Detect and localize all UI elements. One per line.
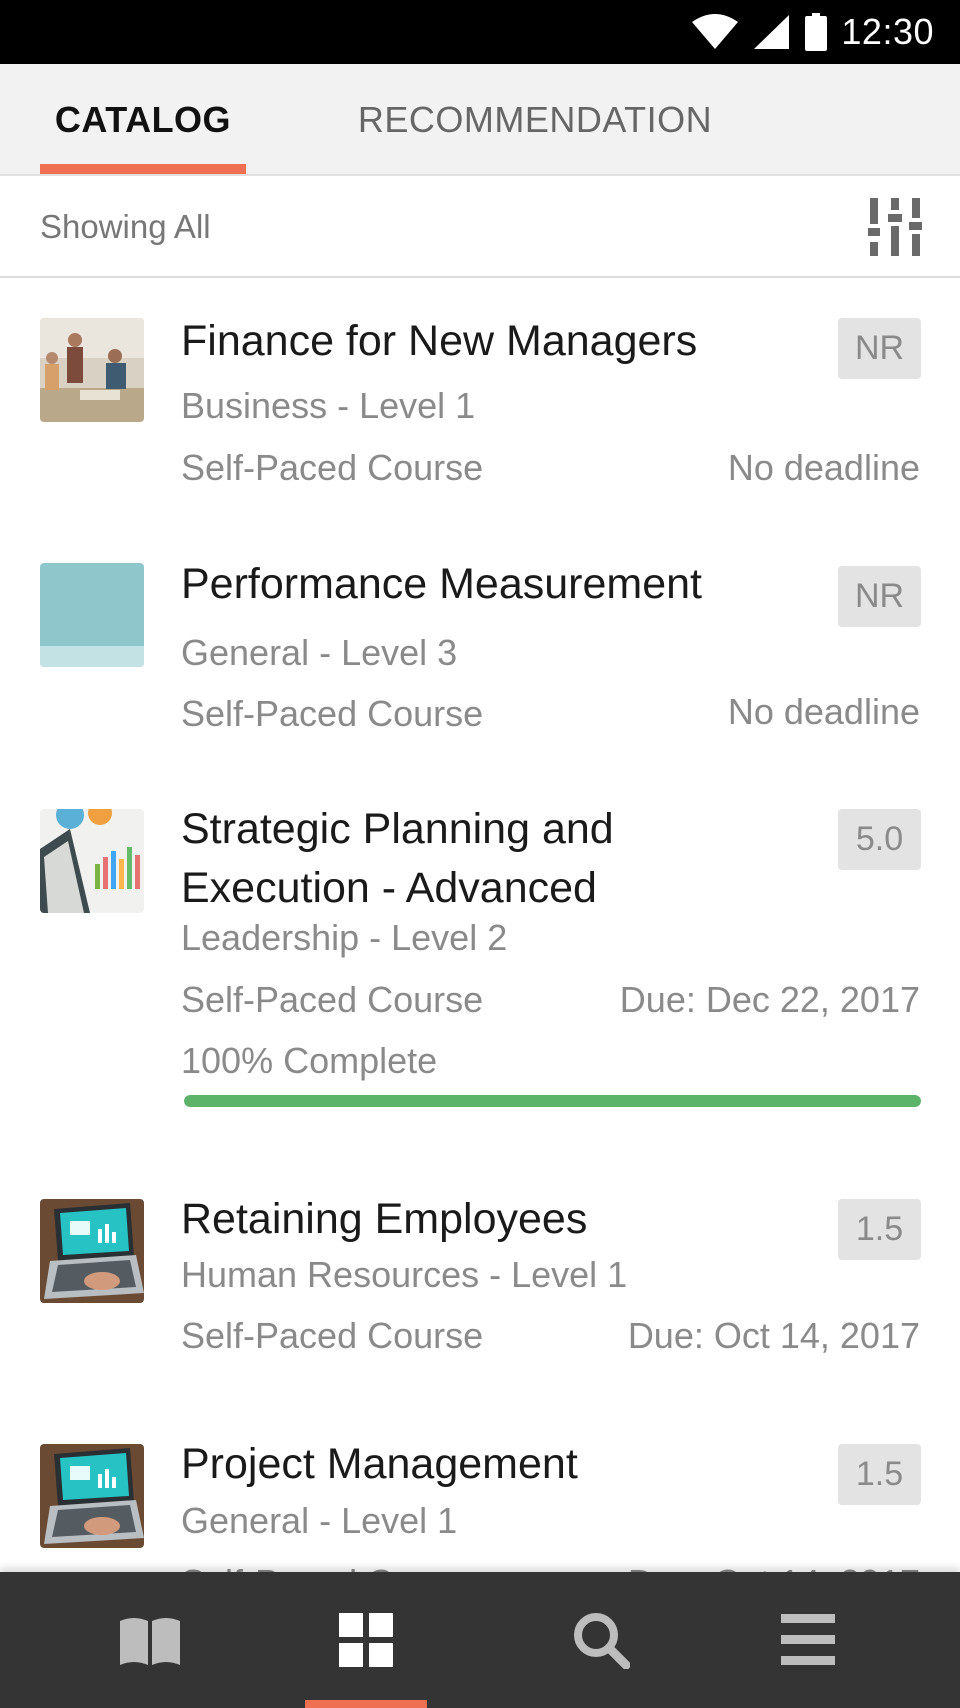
search-icon: [574, 1613, 630, 1669]
course-title: Performance Measurement: [181, 560, 702, 608]
course-thumbnail: [40, 809, 144, 913]
rating-badge: 1.5: [838, 1199, 921, 1260]
course-deadline: Due: Dec 22, 2017: [619, 979, 920, 1020]
course-type: Self-Paced Course: [181, 447, 484, 488]
course-title: Retaining Employees: [181, 1195, 588, 1243]
course-category: Human Resources - Level 1: [181, 1254, 628, 1295]
nav-catalog[interactable]: [291, 1572, 441, 1708]
course-item-performance[interactable]: Performance Measurement General - Level …: [0, 525, 960, 770]
course-category: General - Level 3: [181, 632, 458, 673]
course-type: Self-Paced Course: [181, 1562, 483, 1572]
course-deadline: Due: Oct 14, 2017: [628, 1562, 920, 1572]
course-category: General - Level 1: [181, 1500, 458, 1541]
course-progress-fill: [184, 1095, 921, 1107]
course-category: Leadership - Level 2: [181, 917, 508, 958]
tab-catalog[interactable]: CATALOG: [40, 64, 246, 176]
course-deadline: No deadline: [727, 691, 920, 732]
course-thumbnail: [40, 1199, 144, 1303]
course-title: Strategic Planning and Execution - Advan…: [181, 805, 614, 912]
book-icon: [120, 1618, 180, 1665]
battery-icon: [805, 13, 828, 51]
rating-badge: 1.5: [838, 1444, 921, 1505]
rating-badge: 5.0: [838, 809, 921, 870]
course-type: Self-Paced Course: [181, 1315, 484, 1356]
filter-status-label: Showing All: [40, 208, 211, 245]
course-deadline: Due: Oct 14, 2017: [627, 1315, 920, 1356]
course-thumbnail: [40, 318, 144, 422]
nav-menu[interactable]: [733, 1572, 883, 1708]
rating-badge: NR: [838, 318, 921, 379]
active-nav-indicator: [305, 1700, 427, 1708]
course-title: Finance for New Managers: [181, 317, 698, 365]
wifi-icon: [692, 14, 739, 49]
status-bar: 12:30: [0, 0, 960, 64]
nav-library[interactable]: [75, 1572, 225, 1708]
filter-sliders-icon[interactable]: [868, 198, 922, 256]
tab-recommendation[interactable]: RECOMMENDATION: [340, 64, 730, 176]
bottom-navigation: [0, 1572, 960, 1708]
course-item-project-management[interactable]: Project Management General - Level 1 Sel…: [0, 1404, 960, 1572]
status-time: 12:30: [841, 11, 934, 52]
cellular-signal-icon: [754, 15, 790, 49]
course-title: Project Management: [181, 1440, 578, 1488]
course-item-strategic-planning[interactable]: Strategic Planning and Execution - Advan…: [0, 770, 960, 1159]
course-item-retaining-employees[interactable]: Retaining Employees Human Resources - Le…: [0, 1159, 960, 1404]
course-thumbnail: [40, 1444, 144, 1548]
course-item-finance[interactable]: Finance for New Managers Business - Leve…: [0, 280, 960, 525]
nav-search[interactable]: [526, 1572, 676, 1708]
course-type: Self-Paced Course: [181, 979, 484, 1020]
course-category: Business - Level 1: [181, 385, 476, 426]
course-progress-text: 100% Complete: [181, 1040, 438, 1081]
status-icons: 12:30: [691, 0, 934, 64]
course-type: Self-Paced Course: [181, 693, 484, 734]
filter-row: Showing All: [0, 178, 960, 278]
course-deadline: No deadline: [727, 447, 920, 488]
menu-icon: [781, 1614, 835, 1665]
active-tab-indicator: [40, 164, 246, 174]
course-progress-bar: [184, 1095, 921, 1107]
rating-badge: NR: [838, 566, 921, 627]
course-list: Finance for New Managers Business - Leve…: [0, 280, 960, 1572]
course-thumbnail: [40, 563, 144, 667]
tab-bar: CATALOG RECOMMENDATION: [0, 64, 960, 176]
grid-icon: [339, 1613, 393, 1667]
